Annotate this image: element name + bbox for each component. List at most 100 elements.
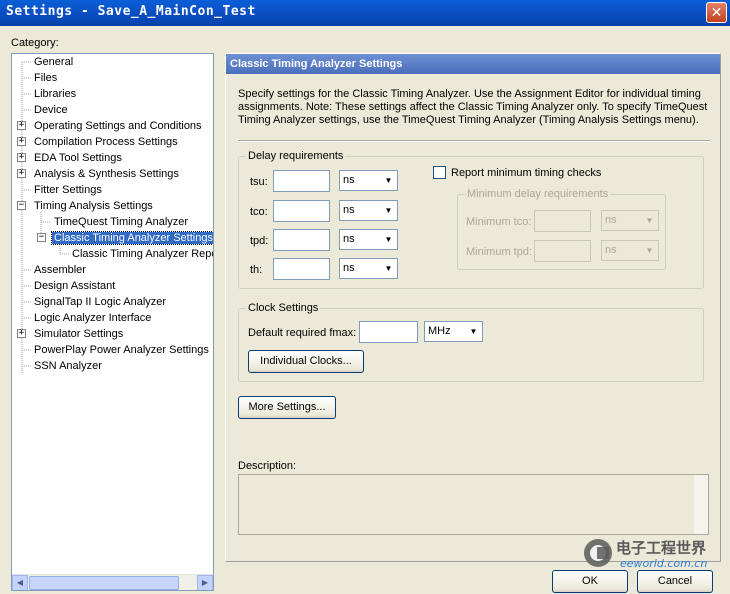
tpd-label: tpd:	[250, 235, 269, 247]
report-min-timing-label[interactable]: Report minimum timing checks	[451, 166, 601, 180]
min-tpd-input[interactable]	[534, 240, 591, 262]
tree-item[interactable]: Design Assistant	[32, 278, 117, 294]
chevron-down-icon[interactable]: ▼	[381, 172, 396, 189]
tree-item-label: Analysis & Synthesis Settings	[34, 168, 179, 180]
tco-input[interactable]	[273, 200, 330, 222]
tree-item-label: Libraries	[34, 88, 77, 100]
tree-item[interactable]: Files	[32, 70, 59, 86]
tree-item[interactable]: − Classic Timing Analyzer Settings	[37, 230, 213, 246]
tree-item[interactable]: TimeQuest Timing Analyzer	[52, 214, 190, 230]
eeworld-watermark-logo: 电子工程世界 eeworld.com.cn	[584, 539, 707, 570]
tree-horizontal-scrollbar[interactable]: ◀ ▶	[12, 574, 213, 590]
delay-requirements-title: Delay requirements	[246, 150, 346, 162]
tco-unit-select[interactable]: ns ▼	[339, 200, 398, 221]
tsu-input[interactable]	[273, 170, 330, 192]
tree-item-label: Operating Settings and Conditions	[34, 120, 202, 132]
min-tco-label: Minimum tco:	[466, 216, 532, 228]
close-button[interactable]: ✕	[706, 2, 727, 23]
tree-item[interactable]: Device	[32, 102, 70, 118]
chevron-down-icon[interactable]: ▼	[642, 242, 657, 259]
tree-item-label: Simulator Settings	[34, 328, 124, 340]
th-unit-select[interactable]: ns ▼	[339, 258, 398, 279]
clock-settings-title: Clock Settings	[246, 302, 321, 314]
min-tpd-label: Minimum tpd:	[466, 246, 533, 258]
min-tco-unit-select[interactable]: ns ▼	[601, 210, 659, 231]
panel-header: Classic Timing Analyzer Settings	[226, 54, 720, 74]
panel-description-line: Specify settings for the Classic Timing …	[238, 88, 701, 100]
tree-item[interactable]: + EDA Tool Settings	[17, 150, 124, 166]
tree-item[interactable]: General	[32, 54, 75, 70]
tree-item-label: TimeQuest Timing Analyzer	[54, 216, 189, 228]
more-settings-button[interactable]: More Settings...	[238, 396, 336, 419]
tree-item-label: Logic Analyzer Interface	[34, 312, 152, 324]
collapse-icon[interactable]: −	[17, 201, 26, 210]
tree-item[interactable]: + Operating Settings and Conditions	[17, 118, 204, 134]
description-box	[238, 474, 709, 535]
collapse-icon[interactable]: −	[37, 233, 46, 242]
tree-item-label: General	[34, 56, 74, 68]
chevron-down-icon[interactable]: ▼	[466, 323, 481, 340]
tree-item-label: Files	[34, 72, 58, 84]
description-scrollbar[interactable]	[694, 475, 708, 534]
tree-item[interactable]: + Simulator Settings	[17, 326, 125, 342]
tsu-unit-select[interactable]: ns ▼	[339, 170, 398, 191]
tree-item-label: Classic Timing Analyzer Repor	[72, 248, 214, 260]
scroll-right-icon[interactable]: ▶	[197, 575, 213, 590]
tpd-unit-select[interactable]: ns ▼	[339, 229, 398, 250]
tree-item-label: Timing Analysis Settings	[34, 200, 153, 212]
tree-item[interactable]: Logic Analyzer Interface	[32, 310, 153, 326]
chevron-down-icon[interactable]: ▼	[381, 202, 396, 219]
tree-item[interactable]: Assembler	[32, 262, 88, 278]
tree-item[interactable]: + Analysis & Synthesis Settings	[17, 166, 181, 182]
watermark-url-text: eeworld.com.cn	[620, 557, 707, 570]
expand-icon[interactable]: +	[17, 169, 26, 178]
th-input[interactable]	[273, 258, 330, 280]
window-title: Settings - Save_A_MainCon_Test	[6, 4, 256, 19]
individual-clocks-button[interactable]: Individual Clocks...	[248, 350, 364, 373]
panel-description: Specify settings for the Classic Timing …	[238, 88, 718, 127]
tpd-unit-value: ns	[343, 233, 355, 245]
title-bar[interactable]: Settings - Save_A_MainCon_Test ✕	[0, 0, 730, 26]
expand-icon[interactable]: +	[17, 153, 26, 162]
min-tpd-unit-value: ns	[605, 244, 617, 256]
panel-description-line: assignments. Note: These settings affect…	[238, 101, 708, 113]
fmax-unit-select[interactable]: MHz ▼	[424, 321, 483, 342]
panel-description-line: Timing Analyzer settings, use the TimeQu…	[238, 114, 699, 126]
min-tpd-unit-select[interactable]: ns ▼	[601, 240, 659, 261]
min-tco-input[interactable]	[534, 210, 591, 232]
expand-icon[interactable]: +	[17, 329, 26, 338]
scroll-thumb[interactable]	[29, 576, 179, 590]
tree-item-label: SSN Analyzer	[34, 360, 102, 372]
tree-item[interactable]: + Compilation Process Settings	[17, 134, 180, 150]
th-unit-value: ns	[343, 262, 355, 274]
tree-item[interactable]: SSN Analyzer	[32, 358, 104, 374]
tree-item[interactable]: PowerPlay Power Analyzer Settings	[32, 342, 211, 358]
tco-label: tco:	[250, 206, 268, 218]
fmax-input[interactable]	[359, 321, 418, 343]
scroll-left-icon[interactable]: ◀	[12, 575, 28, 590]
settings-dialog: Settings - Save_A_MainCon_Test ✕ Categor…	[0, 0, 730, 594]
report-min-timing-checkbox[interactable]	[433, 166, 446, 179]
tsu-unit-value: ns	[343, 174, 355, 186]
tree-item[interactable]: Fitter Settings	[32, 182, 104, 198]
expand-icon[interactable]: +	[17, 121, 26, 130]
chevron-down-icon[interactable]: ▼	[642, 212, 657, 229]
chevron-down-icon[interactable]: ▼	[381, 260, 396, 277]
tree-item[interactable]: − Timing Analysis Settings	[17, 198, 155, 214]
chevron-down-icon[interactable]: ▼	[381, 231, 396, 248]
tree-item[interactable]: Classic Timing Analyzer Repor	[70, 246, 214, 262]
fmax-label: Default required fmax:	[248, 327, 357, 339]
tsu-label: tsu:	[250, 176, 268, 188]
category-tree[interactable]: General Files Libraries Device + Operating Se…	[11, 53, 214, 591]
description-label: Description:	[238, 460, 297, 472]
category-label: Category:	[11, 37, 59, 49]
separator	[238, 140, 710, 142]
tree-item[interactable]: SignalTap II Logic Analyzer	[32, 294, 168, 310]
th-label: th:	[250, 264, 263, 276]
expand-icon[interactable]: +	[17, 137, 26, 146]
fmax-unit-value: MHz	[428, 325, 451, 337]
tree-item[interactable]: Libraries	[32, 86, 78, 102]
tree-item-label: Fitter Settings	[34, 184, 102, 196]
tpd-input[interactable]	[273, 229, 330, 251]
min-tco-unit-value: ns	[605, 214, 617, 226]
